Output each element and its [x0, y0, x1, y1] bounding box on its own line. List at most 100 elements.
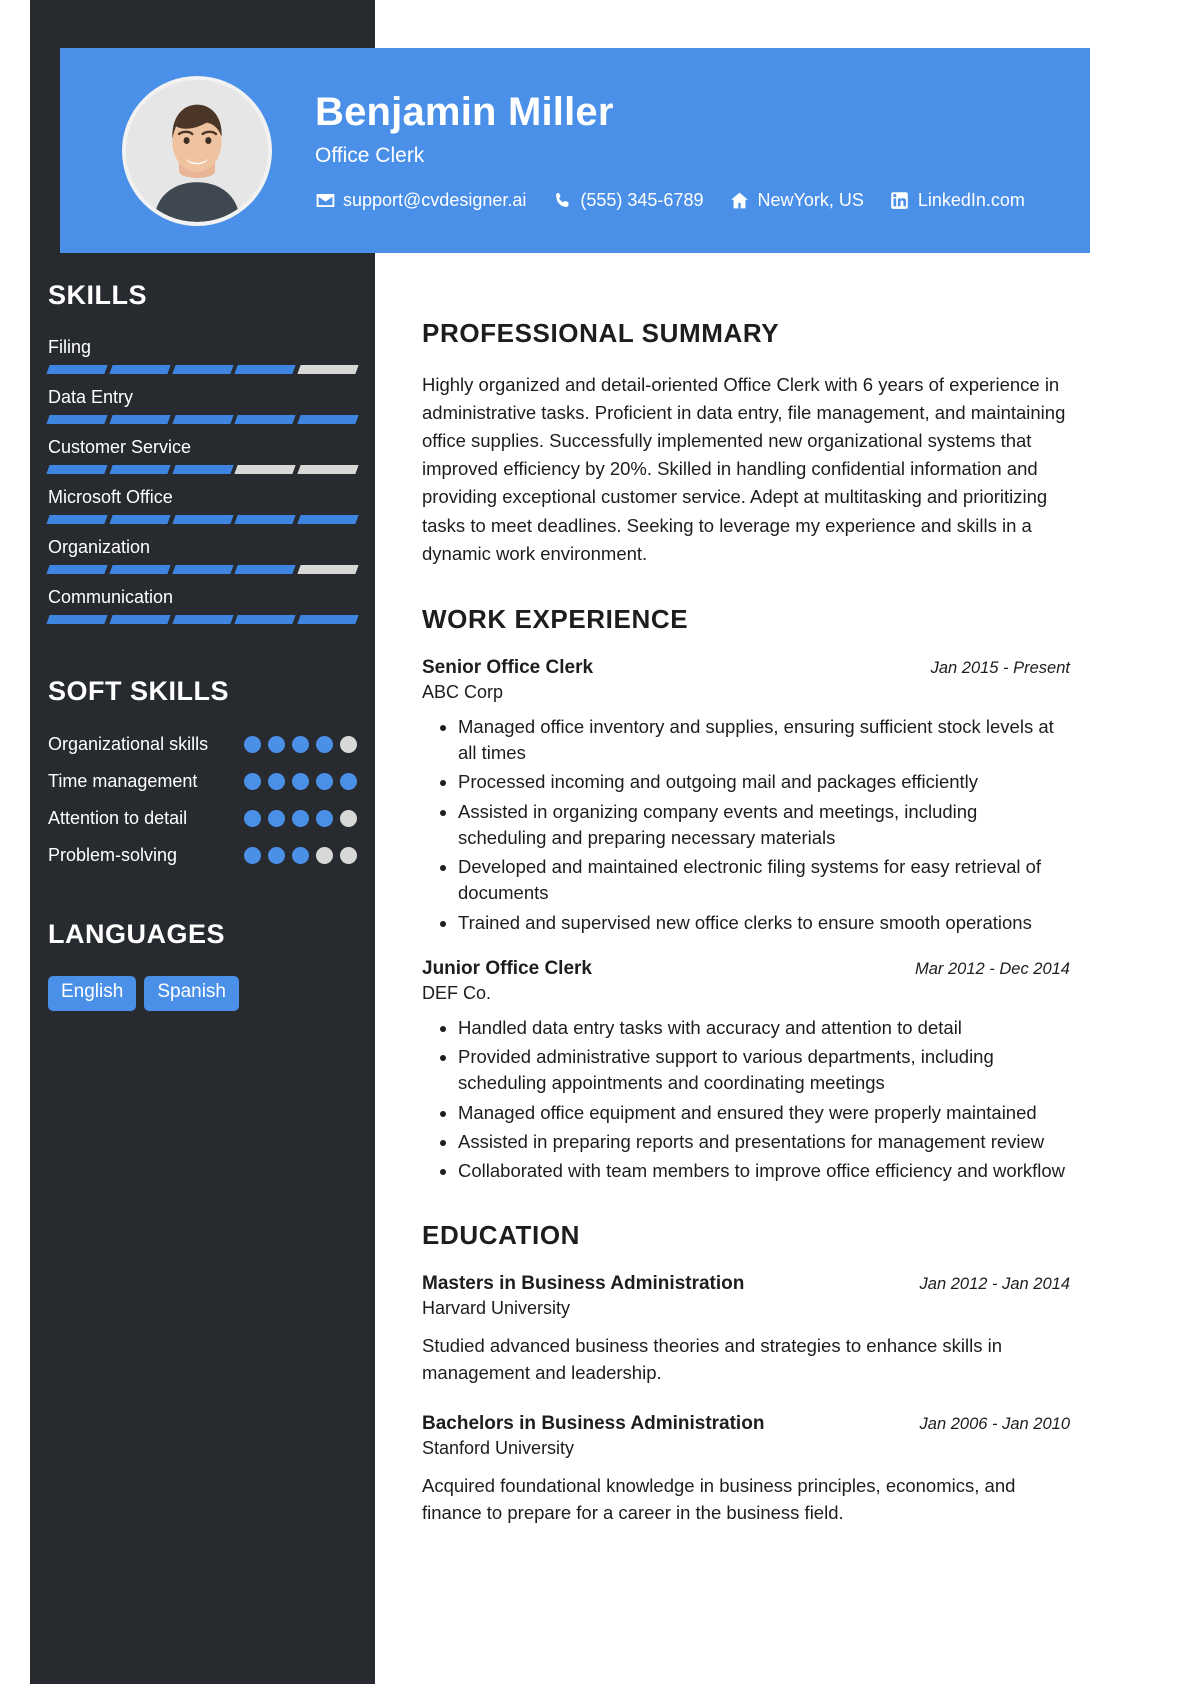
rating-dot — [268, 847, 285, 865]
avatar — [122, 75, 272, 226]
resume-header: Benjamin Miller Office Clerk support@cvd… — [60, 48, 1090, 253]
skill-row: Organization — [46, 537, 359, 574]
skill-label: Microsoft Office — [48, 487, 173, 507]
skill-bar — [46, 515, 359, 524]
work-entry-header: Senior Office Clerk Jan 2015 - Present — [422, 657, 1070, 679]
skill-bar-segment — [171, 615, 234, 624]
rating-dot — [268, 736, 285, 753]
soft-skill-rating — [244, 770, 357, 791]
education-entry-date: Jan 2006 - Jan 2010 — [919, 1415, 1070, 1434]
rating-dot — [292, 773, 309, 791]
skill-bar-segment — [109, 415, 171, 424]
skill-row: Filing — [46, 337, 359, 374]
skill-bar-segment — [234, 515, 296, 524]
contact-email-label: support@cvdesigner.ai — [343, 190, 527, 210]
phone-icon — [552, 191, 572, 211]
education-section: EDUCATION Masters in Business Administra… — [422, 1220, 1070, 1526]
skill-bar-segment — [46, 515, 108, 524]
main-content: PROFESSIONAL SUMMARY Highly organized an… — [422, 318, 1070, 1563]
rating-dot — [292, 847, 309, 865]
skill-row: Communication — [46, 587, 359, 624]
professional-summary-heading: PROFESSIONAL SUMMARY — [422, 318, 780, 348]
languages-list: English Spanish — [48, 976, 357, 1012]
contact-phone-label: (555) 345-6789 — [580, 190, 704, 210]
skill-bar-segment — [297, 465, 359, 474]
bullet-item: Collaborated with team members to improv… — [458, 1158, 1070, 1184]
skill-bar-segment — [46, 415, 108, 424]
work-entry-title: Junior Office Clerk — [422, 957, 592, 979]
rating-dot — [340, 810, 357, 828]
contact-linkedin[interactable]: LinkedIn.com — [890, 190, 1025, 211]
skill-bar — [46, 615, 359, 624]
education-entry-header: Masters in Business Administration Jan 20… — [422, 1273, 1070, 1295]
skill-bar-segment — [171, 565, 234, 574]
contact-phone[interactable]: (555) 345-6789 — [552, 190, 703, 211]
skill-bar-segment — [171, 365, 234, 374]
rating-dot — [340, 773, 357, 791]
skill-bar-segment — [297, 515, 359, 524]
bullet-item: Assisted in preparing reports and presen… — [458, 1129, 1070, 1155]
skill-bar-segment — [109, 615, 171, 624]
resume-page: Benjamin Miller Office Clerk support@cvd… — [0, 0, 1200, 1684]
skill-bar-segment — [46, 565, 108, 574]
education-entry-degree: Masters in Business Administration — [422, 1273, 745, 1295]
language-pill: Spanish — [144, 976, 239, 1012]
work-entry: Junior Office Clerk Mar 2012 - Dec 2014 DE… — [422, 958, 1070, 1185]
contact-location-label: NewYork, US — [757, 190, 864, 210]
work-entry-date: Mar 2012 - Dec 2014 — [914, 959, 1070, 978]
soft-skill-row: Attention to detail — [48, 807, 357, 830]
bullet-item: Developed and maintained electronic fili… — [458, 854, 1070, 907]
rating-dot — [268, 810, 285, 828]
skill-row: Data Entry — [46, 387, 359, 424]
rating-dot — [292, 736, 309, 753]
bullet-item: Assisted in organizing company events an… — [458, 799, 1070, 852]
skill-bar-segment — [171, 515, 234, 524]
skill-bar — [46, 465, 359, 474]
skill-row: Customer Service — [46, 437, 359, 474]
rating-dot — [244, 847, 261, 865]
work-entry-company: ABC Corp — [422, 681, 504, 702]
skill-label: Organization — [48, 537, 151, 557]
skill-bar-segment — [297, 415, 359, 424]
education-entry-degree: Bachelors in Business Administration — [422, 1413, 765, 1435]
skill-label: Filing — [48, 337, 92, 357]
skill-label: Communication — [48, 587, 174, 607]
soft-skills-heading: SOFT SKILLS — [48, 676, 229, 706]
contact-list: support@cvdesigner.ai (555) 345-6789 New… — [315, 190, 1025, 211]
header-text-block: Benjamin Miller Office Clerk support@cvd… — [315, 90, 1025, 211]
soft-skill-row: Problem-solving — [48, 844, 357, 867]
skill-bar-segment — [234, 365, 296, 374]
soft-skill-rating — [244, 807, 357, 828]
education-entry-school: Harvard University — [422, 1298, 571, 1319]
education-entry-description: Studied advanced business theories and s… — [422, 1335, 1003, 1384]
skill-bar-segment — [46, 365, 108, 374]
bullet-item: Provided administrative support to vario… — [458, 1044, 1070, 1097]
professional-summary-text: Highly organized and detail-oriented Off… — [422, 374, 1066, 564]
contact-location[interactable]: NewYork, US — [729, 190, 864, 211]
soft-skill-label: Organizational skills — [48, 734, 209, 754]
bullet-item: Managed office inventory and supplies, e… — [458, 714, 1070, 767]
rating-dot — [244, 736, 261, 753]
bullet-item: Trained and supervised new office clerks… — [458, 910, 1070, 936]
envelope-icon — [315, 191, 335, 211]
skill-bar-segment — [46, 615, 108, 624]
work-entry-date: Jan 2015 - Present — [930, 658, 1070, 677]
skill-row: Microsoft Office — [46, 487, 359, 524]
soft-skill-row: Organizational skills — [48, 733, 357, 756]
skill-bar-segment — [297, 615, 359, 624]
work-entry-header: Junior Office Clerk Mar 2012 - Dec 2014 — [422, 958, 1070, 980]
contact-email[interactable]: support@cvdesigner.ai — [315, 190, 526, 211]
skill-bar-segment — [234, 615, 296, 624]
skills-list: Filing Data Entry Customer Service Microsof… — [46, 337, 359, 624]
education-entry-description: Acquired foundational knowledge in busin… — [422, 1475, 1016, 1523]
page-title: Benjamin Miller — [315, 90, 614, 134]
language-pill: English — [48, 976, 137, 1012]
work-entry-title: Senior Office Clerk — [422, 656, 594, 678]
sidebar: SKILLS Filing Data Entry Customer Service M… — [30, 280, 375, 1012]
work-experience-heading: WORK EXPERIENCE — [422, 603, 689, 634]
rating-dot — [316, 736, 333, 753]
skill-label: Customer Service — [48, 437, 192, 457]
bullet-item: Processed incoming and outgoing mail and… — [458, 769, 1070, 795]
skill-bar-segment — [109, 465, 171, 474]
rating-dot — [268, 773, 285, 791]
